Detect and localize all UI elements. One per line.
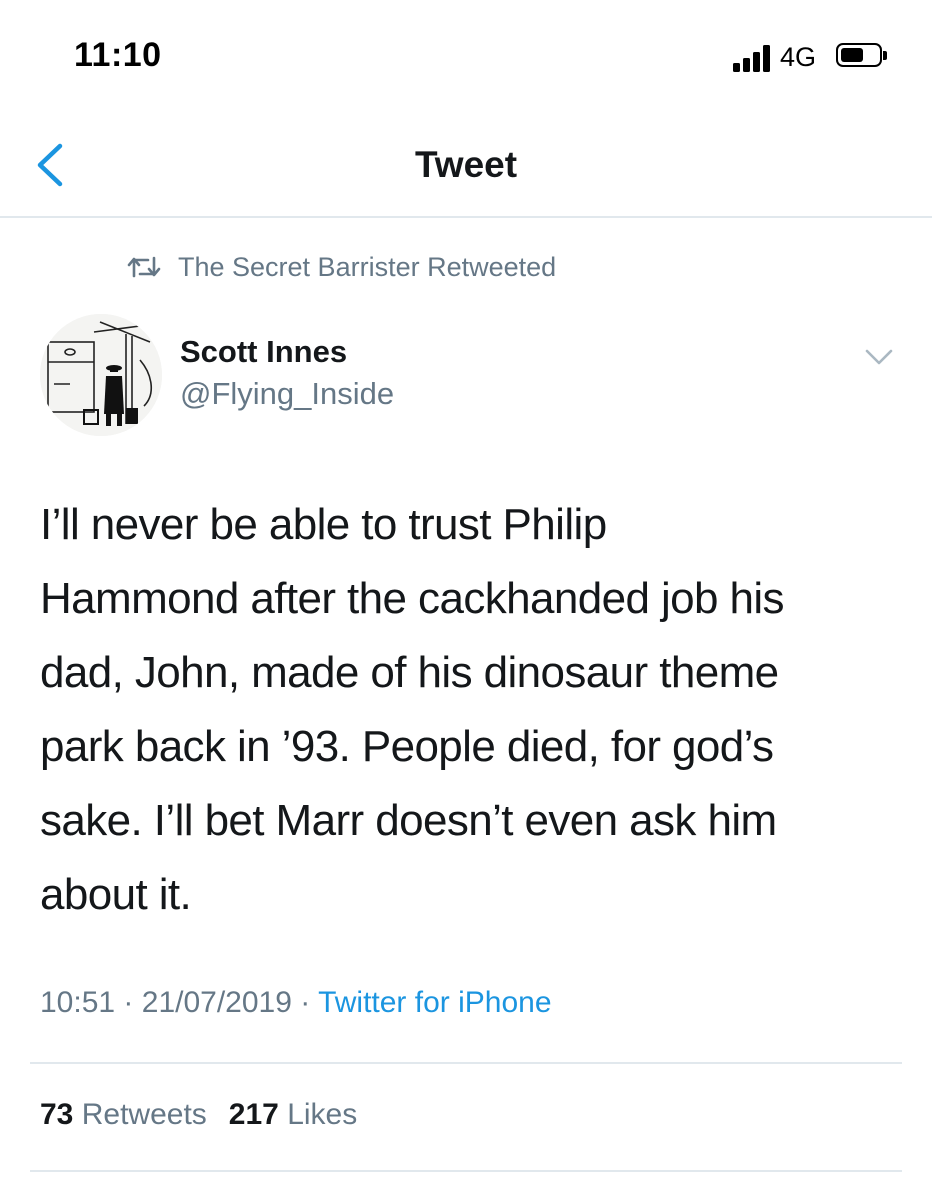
retweet-icon <box>127 256 161 278</box>
retweets-count: 73 <box>40 1098 74 1131</box>
tweet-text-line: I’ll never be able to trust Philip <box>40 500 607 549</box>
divider <box>30 1062 902 1064</box>
meta-separator: · <box>123 986 134 1019</box>
retweet-context-label: The Secret Barrister Retweeted <box>178 251 557 282</box>
retweets-stat[interactable]: 73 Retweets <box>40 1098 207 1131</box>
tweet-text-line: dad, John, made of his dinosaur theme <box>40 648 779 697</box>
page-title: Tweet <box>414 144 518 185</box>
status-bar: 11:10 4G <box>0 0 932 110</box>
battery-icon <box>836 43 888 71</box>
chevron-down-icon <box>865 349 893 365</box>
author-handle[interactable]: @Flying_Inside <box>180 376 394 412</box>
tweet-source-link[interactable]: Twitter for iPhone <box>318 986 551 1019</box>
tweet-text-line: Hammond after the cackhanded job his <box>40 574 785 623</box>
tweet-meta: 10:51 · 21/07/2019 · Twitter for iPhone <box>40 986 552 1020</box>
tweet-stats: 73 Retweets 217 Likes <box>40 1098 357 1132</box>
tweet-date: 21/07/2019 <box>141 986 292 1019</box>
nav-bar: Tweet <box>0 110 932 218</box>
meta-separator: · <box>300 986 311 1019</box>
network-type: 4G <box>780 42 817 72</box>
avatar[interactable] <box>40 314 162 436</box>
cellular-signal-icon <box>733 44 773 72</box>
divider <box>30 1170 902 1172</box>
status-time: 11:10 <box>74 36 162 74</box>
tweet-text: I’ll never be able to trust Philip Hammo… <box>40 488 900 932</box>
retweet-context[interactable]: The Secret Barrister Retweeted <box>126 250 556 284</box>
tweet-text-line: sake. I’ll bet Marr doesn’t even ask him <box>40 796 777 845</box>
tweet-text-line: park back in ’93. People died, for god’s <box>40 722 774 771</box>
likes-stat[interactable]: 217 Likes <box>229 1098 357 1131</box>
author-name[interactable]: Scott Innes <box>180 334 347 370</box>
likes-count: 217 <box>228 1098 279 1131</box>
likes-label: Likes <box>287 1098 358 1131</box>
retweets-label: Retweets <box>81 1098 207 1131</box>
tweet-text-line: about it. <box>40 870 192 919</box>
tweet-options-button[interactable] <box>862 342 896 372</box>
tweet-time: 10:51 <box>40 986 116 1019</box>
